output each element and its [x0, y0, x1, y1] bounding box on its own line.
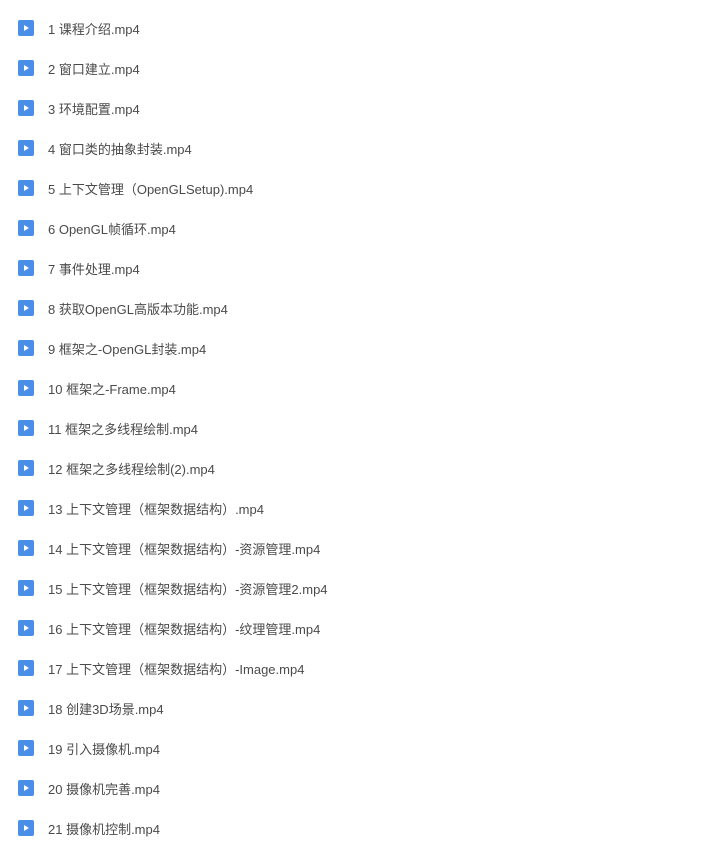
file-item[interactable]: 2 窗口建立.mp4 — [0, 48, 702, 88]
video-file-icon — [18, 380, 34, 396]
video-file-icon — [18, 260, 34, 276]
file-name: 17 上下文管理（框架数据结构）-Image.mp4 — [48, 659, 304, 678]
file-name: 3 环境配置.mp4 — [48, 99, 140, 118]
file-name: 9 框架之-OpenGL封装.mp4 — [48, 339, 206, 358]
video-file-icon — [18, 820, 34, 836]
file-name: 6 OpenGL帧循环.mp4 — [48, 219, 176, 238]
file-name: 5 上下文管理（OpenGLSetup).mp4 — [48, 179, 253, 198]
file-name: 2 窗口建立.mp4 — [48, 59, 140, 78]
file-name: 10 框架之-Frame.mp4 — [48, 379, 176, 398]
file-name: 12 框架之多线程绘制(2).mp4 — [48, 459, 215, 478]
video-file-icon — [18, 180, 34, 196]
video-file-icon — [18, 340, 34, 356]
file-item[interactable]: 13 上下文管理（框架数据结构）.mp4 — [0, 488, 702, 528]
video-file-icon — [18, 540, 34, 556]
file-name: 16 上下文管理（框架数据结构）-纹理管理.mp4 — [48, 619, 320, 638]
video-file-icon — [18, 620, 34, 636]
video-file-icon — [18, 140, 34, 156]
video-file-icon — [18, 300, 34, 316]
file-name: 18 创建3D场景.mp4 — [48, 699, 164, 718]
file-name: 20 摄像机完善.mp4 — [48, 779, 160, 798]
file-item[interactable]: 15 上下文管理（框架数据结构）-资源管理2.mp4 — [0, 568, 702, 608]
file-name: 19 引入摄像机.mp4 — [48, 739, 160, 758]
file-item[interactable]: 20 摄像机完善.mp4 — [0, 768, 702, 808]
video-file-icon — [18, 220, 34, 236]
file-item[interactable]: 18 创建3D场景.mp4 — [0, 688, 702, 728]
file-item[interactable]: 9 框架之-OpenGL封装.mp4 — [0, 328, 702, 368]
file-item[interactable]: 10 框架之-Frame.mp4 — [0, 368, 702, 408]
file-item[interactable]: 12 框架之多线程绘制(2).mp4 — [0, 448, 702, 488]
file-item[interactable]: 11 框架之多线程绘制.mp4 — [0, 408, 702, 448]
file-list: 1 课程介绍.mp4 2 窗口建立.mp4 3 环境配置.mp4 4 窗口类的抽象封装… — [0, 8, 702, 848]
file-item[interactable]: 1 课程介绍.mp4 — [0, 8, 702, 48]
file-item[interactable]: 17 上下文管理（框架数据结构）-Image.mp4 — [0, 648, 702, 688]
file-item[interactable]: 5 上下文管理（OpenGLSetup).mp4 — [0, 168, 702, 208]
video-file-icon — [18, 700, 34, 716]
file-name: 1 课程介绍.mp4 — [48, 19, 140, 38]
file-item[interactable]: 14 上下文管理（框架数据结构）-资源管理.mp4 — [0, 528, 702, 568]
file-item[interactable]: 7 事件处理.mp4 — [0, 248, 702, 288]
file-item[interactable]: 21 摄像机控制.mp4 — [0, 808, 702, 848]
file-item[interactable]: 19 引入摄像机.mp4 — [0, 728, 702, 768]
video-file-icon — [18, 460, 34, 476]
video-file-icon — [18, 500, 34, 516]
video-file-icon — [18, 60, 34, 76]
file-name: 14 上下文管理（框架数据结构）-资源管理.mp4 — [48, 539, 320, 558]
file-name: 4 窗口类的抽象封装.mp4 — [48, 139, 192, 158]
video-file-icon — [18, 580, 34, 596]
file-name: 13 上下文管理（框架数据结构）.mp4 — [48, 499, 264, 518]
file-item[interactable]: 6 OpenGL帧循环.mp4 — [0, 208, 702, 248]
file-name: 15 上下文管理（框架数据结构）-资源管理2.mp4 — [48, 579, 328, 598]
video-file-icon — [18, 780, 34, 796]
file-item[interactable]: 3 环境配置.mp4 — [0, 88, 702, 128]
video-file-icon — [18, 660, 34, 676]
file-name: 11 框架之多线程绘制.mp4 — [48, 419, 198, 438]
file-item[interactable]: 16 上下文管理（框架数据结构）-纹理管理.mp4 — [0, 608, 702, 648]
video-file-icon — [18, 420, 34, 436]
file-name: 21 摄像机控制.mp4 — [48, 819, 160, 838]
video-file-icon — [18, 100, 34, 116]
file-name: 7 事件处理.mp4 — [48, 259, 140, 278]
file-item[interactable]: 8 获取OpenGL高版本功能.mp4 — [0, 288, 702, 328]
file-item[interactable]: 4 窗口类的抽象封装.mp4 — [0, 128, 702, 168]
video-file-icon — [18, 20, 34, 36]
video-file-icon — [18, 740, 34, 756]
file-name: 8 获取OpenGL高版本功能.mp4 — [48, 299, 228, 318]
